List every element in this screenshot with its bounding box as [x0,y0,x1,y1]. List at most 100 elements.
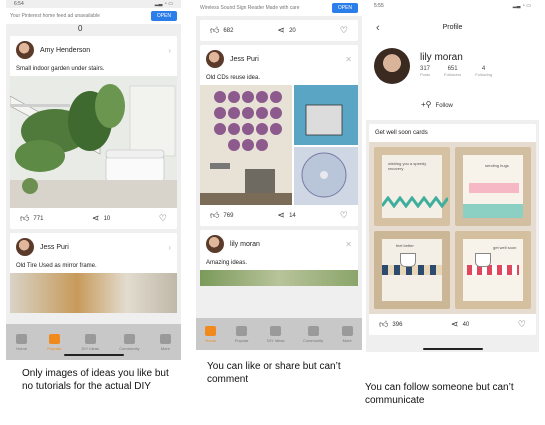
thumbs-up-icon: 👍︎ [210,25,220,35]
avatar[interactable] [206,235,224,253]
avatar[interactable] [16,41,34,59]
ad-banner[interactable]: Wireless Sound Sign Reader Made with car… [196,0,362,16]
status-icons: ▂▃ ◔ ▭ [154,1,173,7]
heart-icon[interactable]: ♡ [340,211,348,220]
post-header: Amy Henderson › [10,36,177,64]
stat-following[interactable]: 4 Following [475,66,492,77]
profile-name: lily moran [420,52,463,63]
heart-icon[interactable]: ♡ [159,214,167,223]
tab-community[interactable]: Community [303,325,323,343]
status-time: 5:55 [374,3,384,9]
post-card: lily moran ✕ Amazing ideas. [200,230,358,286]
zigzag-ribbon [382,195,448,208]
post-username[interactable]: Jess Puri [230,56,339,63]
post-username[interactable]: lily moran [230,241,339,248]
tab-label: Community [119,345,140,351]
like-button[interactable]: 👍︎ 769 [210,211,233,220]
card-text: sending hugs [485,163,509,168]
post-header: Jess Puri ✕ [200,45,358,73]
close-icon[interactable]: ✕ [345,55,352,64]
status-bar: 6:54 ▂▃ ◔ ▭ [6,0,181,8]
stat-posts[interactable]: 317 Posts [420,66,430,77]
tab-label: DIY Ideas [267,337,285,343]
post-username[interactable]: Amy Henderson [40,47,162,54]
caption-phone2: You can like or share but can’t comment [207,361,341,385]
status-bar: 5:55 ▂▃ ◔ ▭ [366,0,539,9]
share-button[interactable]: ⋖ 40 [451,320,469,329]
post-text: Small indoor garden under stairs. [16,66,105,72]
post-card: Get well soon cards wishing you a speedy… [369,124,536,335]
tab-label: More [342,337,352,343]
heart-icon[interactable]: ♡ [340,26,348,35]
share-button[interactable]: ⋖ 14 [278,211,296,220]
post-image[interactable]: wishing you a speedy recovery sending hu… [369,142,536,314]
chevron-right-icon[interactable]: › [168,46,171,55]
tab-label: Home [205,337,217,343]
ad-open-button[interactable]: OPEN [331,3,358,13]
like-count: 771 [33,215,44,222]
caption-phone3: You can follow someone but can’t communi… [365,382,514,406]
cd-collage-illustration [200,85,358,205]
share-icon: ⋖ [451,319,459,329]
share-count: 10 [103,215,111,222]
post-image[interactable] [200,85,358,205]
avatar[interactable] [16,238,34,256]
share-icon: ⋖ [92,213,100,223]
heart-icon[interactable]: ♡ [518,320,526,329]
tab-popular[interactable]: Popular [235,325,249,343]
like-button[interactable]: 👍︎ 771 [20,214,43,223]
post-username[interactable]: Jess Puri [40,244,162,251]
share-count: 20 [289,27,296,34]
share-button[interactable]: ⋖ 10 [92,214,110,223]
ad-text: Wireless Sound Sign Reader Made with car… [200,5,300,11]
card-photo: wishing you a speedy recovery [374,147,450,226]
post-card: 👍︎ 682 ⋖ 20 ♡ [200,20,358,41]
garden-illustration [10,76,177,208]
post-actions: 👍︎ 771 ⋖ 10 ♡ [10,208,177,229]
post-text: Get well soon cards [375,130,428,136]
tab-diy-ideas[interactable]: DIY Ideas [81,333,100,351]
like-button[interactable]: 👍︎ 682 [210,26,233,35]
stat-followers[interactable]: 651 Followers [444,66,461,77]
tab-home[interactable]: Home [16,333,28,351]
tab-popular[interactable]: Popular [47,333,61,351]
tab-label: DIY Ideas [81,345,100,351]
tab-diy-ideas[interactable]: DIY Ideas [267,325,285,343]
status-icons: ▂▃ ◔ ▭ [512,3,531,9]
post-image[interactable] [10,273,177,313]
follow-button[interactable]: +⚲ Follow [421,100,453,109]
share-count: 14 [289,212,296,219]
post-text: Old CDs reuse idea. [206,75,261,81]
avatar[interactable] [206,50,224,68]
like-button[interactable]: 👍︎ 396 [379,320,402,329]
share-button[interactable]: ⋖ 20 [278,26,296,35]
tab-more[interactable]: More [159,333,171,351]
profile-avatar [374,48,410,84]
post-text: Old Tire Used as mirror frame. [16,263,97,269]
stat-label: Posts [420,72,431,77]
ad-open-button[interactable]: OPEN [150,11,177,21]
chevron-right-icon[interactable]: › [168,243,171,252]
phone-feed-screen: 6:54 ▂▃ ◔ ▭ Your Pinterest home feed ad … [6,0,181,360]
page-title: Profile [442,24,463,31]
trophy-icon [48,333,60,344]
post-actions: 👍︎ 769 ⋖ 14 ♡ [200,205,358,226]
bottom-tab-bar: Home Popular DIY Ideas Community More [196,318,362,350]
home-indicator [422,348,483,350]
close-icon[interactable]: ✕ [345,240,352,249]
ad-banner[interactable]: Your Pinterest home feed ad unavailable … [6,8,181,24]
stat-label: Followers [444,72,462,77]
tab-home[interactable]: Home [205,325,217,343]
grid-icon [84,333,96,344]
post-card: Amy Henderson › Small indoor garden unde… [10,36,177,229]
caption-phone1: Only images of ideas you like but no tut… [22,368,169,392]
post-image[interactable] [10,76,177,208]
tab-community[interactable]: Community [119,333,140,351]
home-icon [205,325,217,336]
like-count: 682 [223,27,234,34]
stray-text: 0 [78,24,83,33]
tab-more[interactable]: More [341,325,353,343]
grid-icon [270,325,282,336]
post-card: Jess Puri ✕ Old CDs reuse idea. 👍︎ 769 ⋖… [200,45,358,226]
post-image[interactable] [200,270,358,286]
